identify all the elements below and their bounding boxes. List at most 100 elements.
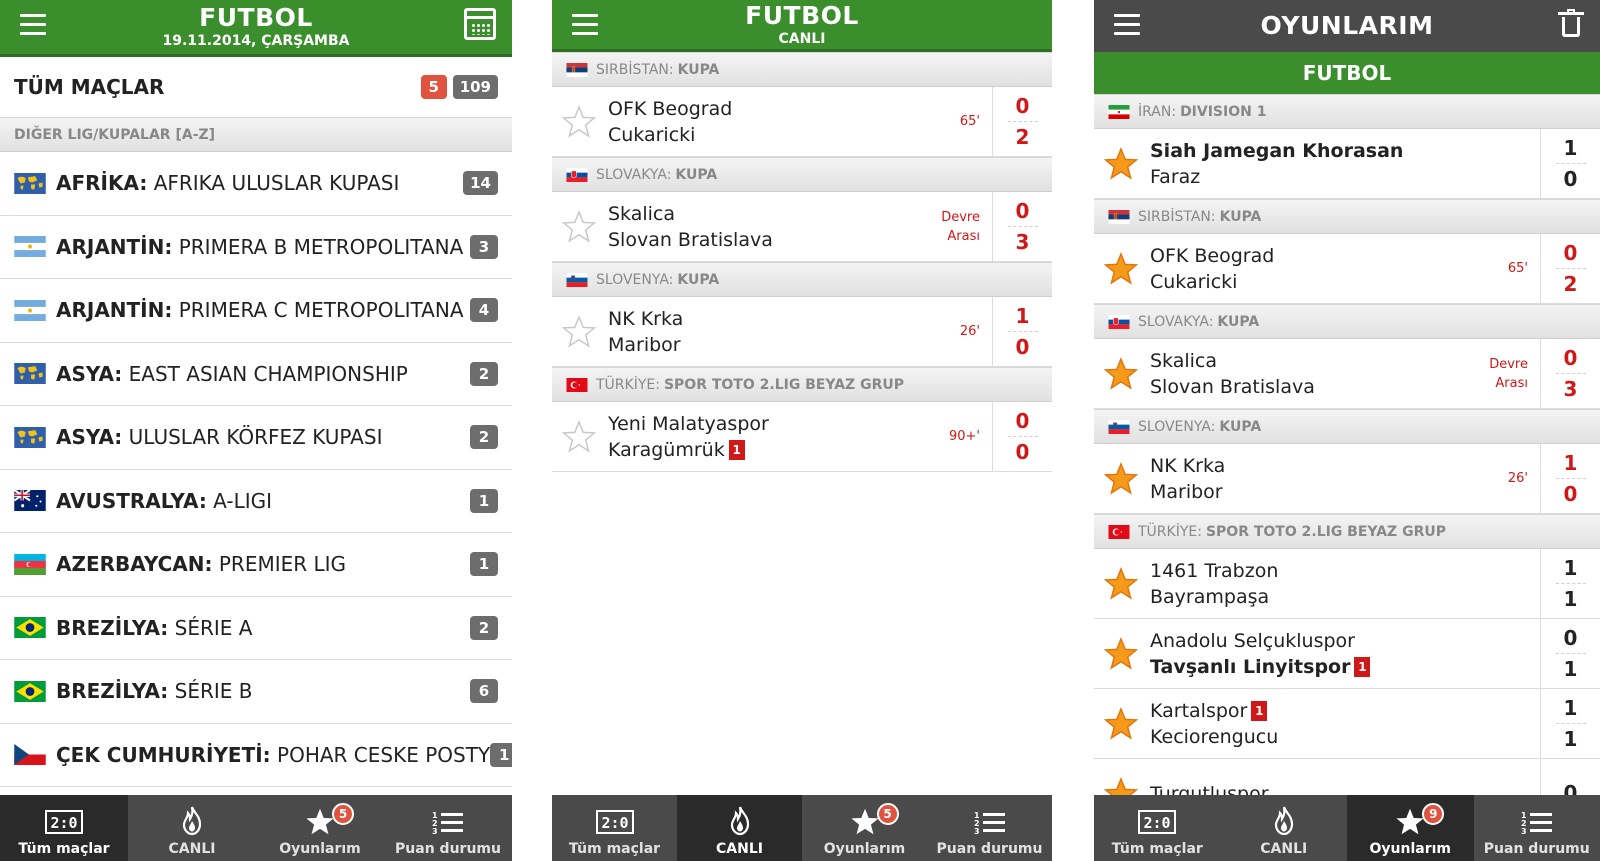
country-label: SLOVAKYA: — [596, 166, 672, 183]
screen-all-matches: FUTBOL 19.11.2014, ÇARŞAMBA TÜM MAÇLAR 5… — [0, 0, 512, 861]
live-match-list: SIRBİSTAN: KUPA OFK Beograd Cukaricki 65… — [552, 52, 1052, 472]
country-label: SIRBİSTAN: — [1138, 208, 1216, 225]
league-count-badge: 6 — [470, 679, 498, 704]
favorite-star-icon[interactable] — [1104, 251, 1138, 286]
favorite-star-icon[interactable] — [1104, 706, 1138, 741]
tab-my-games[interactable]: 9 Oyunlarım — [1347, 795, 1474, 861]
league-name: BREZİLYA: SÉRIE A — [56, 615, 253, 640]
favorite-star-icon[interactable] — [562, 419, 596, 454]
all-matches-header[interactable]: TÜM MAÇLAR 5 109 — [0, 57, 512, 117]
tab-standings[interactable]: 123 Puan durumu — [1474, 795, 1600, 861]
slovenia-flag-icon — [1108, 419, 1130, 434]
match-row[interactable]: OFK Beograd Cukaricki 65' 0 2 — [1094, 234, 1600, 304]
league-row[interactable]: ÇEK CUMHURİYETİ: POHAR CESKE POSTY 1 — [0, 724, 512, 787]
tab-live[interactable]: CANLI — [1221, 795, 1348, 861]
favorite-star-icon[interactable] — [1104, 566, 1138, 601]
standings-list-icon: 123 — [1521, 811, 1552, 836]
app-subtitle: CANLI — [778, 30, 826, 47]
match-row[interactable]: OFK Beograd Cukaricki 65' 0 2 — [552, 87, 1052, 157]
standings-list-icon: 123 — [432, 811, 463, 836]
match-row[interactable]: NK Krka Maribor 26' 1 0 — [552, 297, 1052, 367]
match-row[interactable]: Skalica Slovan Bratislava Devre Arası 0 3 — [1094, 339, 1600, 409]
fire-icon — [1274, 806, 1293, 836]
favorite-star-icon[interactable] — [1104, 461, 1138, 496]
league-row[interactable]: BREZİLYA: SÉRIE B 6 — [0, 660, 512, 724]
league-row[interactable]: BREZİLYA: SÉRIE A 2 — [0, 597, 512, 660]
match-row[interactable]: Anadolu Selçukluspor Tavşanlı Linyitspor… — [1094, 619, 1600, 689]
calendar-icon[interactable] — [464, 8, 496, 40]
country-label: TÜRKİYE: — [596, 376, 660, 393]
league-row[interactable]: AFRİKA: AFRIKA ULUSLAR KUPASI 14 — [0, 152, 512, 216]
favorite-star-icon[interactable] — [562, 104, 596, 139]
country-label: SLOVENYA: — [1138, 418, 1216, 435]
app-title: FUTBOL — [745, 0, 859, 30]
favorite-star-icon[interactable] — [1104, 356, 1138, 391]
world-flag-icon — [14, 363, 46, 385]
league-count-badge: 2 — [470, 615, 498, 640]
screen-my-games: OYUNLARIM FUTBOL İRAN: DIVISION 1 Siah J… — [1094, 0, 1600, 861]
league-section-header: SLOVENYA: KUPA — [1094, 409, 1600, 444]
match-teams: Anadolu Selçukluspor Tavşanlı Linyitspor… — [1150, 628, 1540, 680]
tab-all-matches[interactable]: 2:0 Tüm maçlar — [552, 795, 677, 861]
turkey-flag-icon — [566, 377, 588, 392]
country-label: TÜRKİYE: — [1138, 523, 1202, 540]
tab-my-games[interactable]: 5 Oyunlarım — [256, 795, 384, 861]
menu-icon[interactable] — [1114, 14, 1140, 36]
home-score: 0 — [1563, 241, 1578, 265]
match-minute: 26' — [959, 324, 980, 339]
menu-icon[interactable] — [20, 14, 46, 36]
my-games-count-badge: 5 — [332, 803, 354, 825]
match-row[interactable]: Kartalspor 1 Keciorengucu 1 1 — [1094, 689, 1600, 759]
away-score: 0 — [1563, 482, 1578, 506]
match-row[interactable]: Skalica Slovan Bratislava Devre Arası 0 3 — [552, 192, 1052, 262]
tab-all-matches-label: Tüm maçlar — [568, 841, 661, 857]
favorite-star-icon[interactable] — [562, 314, 596, 349]
brazil-flag-icon — [14, 617, 46, 639]
svg-text:3: 3 — [1521, 827, 1527, 836]
league-row[interactable]: ASYA: EAST ASIAN CHAMPIONSHIP 2 — [0, 343, 512, 406]
match-row[interactable]: 1461 Trabzon Bayrampaşa 1 1 — [1094, 549, 1600, 619]
match-row[interactable]: Siah Jamegan Khorasan Faraz 1 0 — [1094, 129, 1600, 199]
league-name: BREZİLYA: SÉRIE B — [56, 679, 253, 704]
favorite-star-icon[interactable] — [1104, 636, 1138, 671]
league-count-badge: 1 — [470, 488, 498, 513]
league-count-badge: 4 — [470, 298, 498, 323]
tab-all-matches[interactable]: 2:0 Tüm maçlar — [0, 795, 128, 861]
match-row[interactable]: Yeni Malatyaspor Karagümrük 1 90+' 0 0 — [552, 402, 1052, 472]
tab-standings[interactable]: 123 Puan durumu — [384, 795, 512, 861]
league-row[interactable]: AZERBAYCAN: PREMIER LIG 1 — [0, 533, 512, 597]
tab-my-games[interactable]: 5 Oyunlarım — [802, 795, 927, 861]
favorite-star-icon[interactable] — [1104, 146, 1138, 181]
league-list: DIĞER LIG/KUPALAR [A-Z] AFRİKA: AFRIKA U… — [0, 117, 512, 787]
home-score: 1 — [1563, 696, 1578, 720]
app-date: 19.11.2014, ÇARŞAMBA — [162, 33, 350, 49]
away-score: 0 — [1015, 335, 1030, 359]
tab-all-matches[interactable]: 2:0 Tüm maçlar — [1094, 795, 1221, 861]
home-score: 1 — [1563, 556, 1578, 580]
league-name: AVUSTRALYA: A-LIGI — [56, 488, 273, 513]
favorite-star-icon[interactable] — [562, 209, 596, 244]
league-label: DIVISION 1 — [1180, 103, 1267, 120]
tab-live[interactable]: CANLI — [128, 795, 256, 861]
tab-live[interactable]: CANLI — [677, 795, 802, 861]
argentina-flag-icon — [14, 236, 46, 258]
tab-standings[interactable]: 123 Puan durumu — [927, 795, 1052, 861]
league-row[interactable]: ASYA: ULUSLAR KÖRFEZ KUPASI 2 — [0, 406, 512, 470]
bottom-tab-bar: 2:0 Tüm maçlar CANLI 9 Oyunlarım 123 Pua… — [1094, 795, 1600, 861]
svg-text:3: 3 — [432, 827, 438, 836]
league-row[interactable]: ARJANTİN: PRIMERA B METROPOLITANA 3 — [0, 216, 512, 279]
league-name: AZERBAYCAN: PREMIER LIG — [56, 552, 347, 577]
home-team: Kartalspor — [1150, 699, 1248, 722]
league-row[interactable]: AVUSTRALYA: A-LIGI 1 — [0, 470, 512, 533]
away-team: Maribor — [1150, 480, 1223, 503]
home-score: 0 — [1015, 94, 1030, 118]
menu-icon[interactable] — [572, 14, 598, 36]
match-teams: Siah Jamegan Khorasan Faraz — [1150, 138, 1540, 190]
trash-icon[interactable] — [1558, 9, 1584, 37]
match-row[interactable]: NK Krka Maribor 26' 1 0 — [1094, 444, 1600, 514]
azerbaijan-flag-icon — [14, 553, 46, 575]
league-row[interactable]: ARJANTİN: PRIMERA C METROPOLITANA 4 — [0, 279, 512, 343]
star-icon — [1396, 808, 1424, 835]
scoreboard-icon: 2:0 — [595, 810, 634, 834]
league-count-badge: 1 — [470, 552, 498, 577]
